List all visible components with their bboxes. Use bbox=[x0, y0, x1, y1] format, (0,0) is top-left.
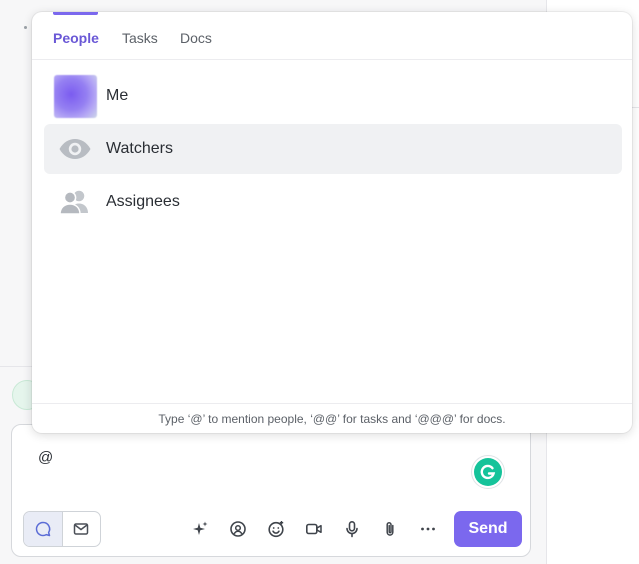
attachment-icon[interactable] bbox=[378, 517, 402, 541]
microphone-icon[interactable] bbox=[340, 517, 364, 541]
send-button[interactable]: Send bbox=[454, 511, 522, 547]
mention-option-watchers[interactable]: Watchers bbox=[44, 124, 622, 174]
mention-hint: Type ‘@’ to mention people, ‘@@’ for tas… bbox=[32, 403, 632, 433]
grammarly-icon[interactable] bbox=[471, 455, 505, 489]
bullet-dot bbox=[24, 26, 27, 29]
mention-icon[interactable] bbox=[226, 517, 250, 541]
option-label: Me bbox=[106, 87, 129, 104]
tab-tasks[interactable]: Tasks bbox=[122, 29, 158, 47]
tab-people[interactable]: People bbox=[53, 29, 99, 47]
comment-mode-toggle bbox=[23, 511, 101, 547]
mention-option-me[interactable]: Me bbox=[44, 71, 622, 121]
active-tab-indicator bbox=[53, 12, 98, 15]
chat-bubble-icon bbox=[35, 521, 51, 537]
composer-toolbar bbox=[188, 517, 440, 541]
comment-input[interactable]: @ bbox=[38, 449, 53, 466]
mention-option-assignees[interactable]: Assignees bbox=[44, 177, 622, 227]
option-label: Watchers bbox=[106, 140, 173, 157]
more-icon[interactable] bbox=[416, 517, 440, 541]
video-icon[interactable] bbox=[302, 517, 326, 541]
mention-popup: People Tasks Docs Me Watchers Assignees bbox=[32, 12, 632, 433]
option-label: Assignees bbox=[106, 193, 180, 210]
emoji-icon[interactable] bbox=[264, 517, 288, 541]
comment-mode-button[interactable] bbox=[24, 512, 63, 546]
mail-icon bbox=[74, 523, 89, 535]
email-mode-button[interactable] bbox=[63, 512, 101, 546]
eye-icon bbox=[59, 139, 91, 159]
comment-composer[interactable]: @ Send bbox=[11, 424, 531, 557]
tab-docs[interactable]: Docs bbox=[180, 29, 212, 47]
avatar bbox=[53, 74, 97, 118]
people-icon bbox=[59, 190, 88, 215]
mention-tabs: People Tasks Docs bbox=[32, 12, 632, 60]
sparkle-icon[interactable] bbox=[188, 517, 212, 541]
